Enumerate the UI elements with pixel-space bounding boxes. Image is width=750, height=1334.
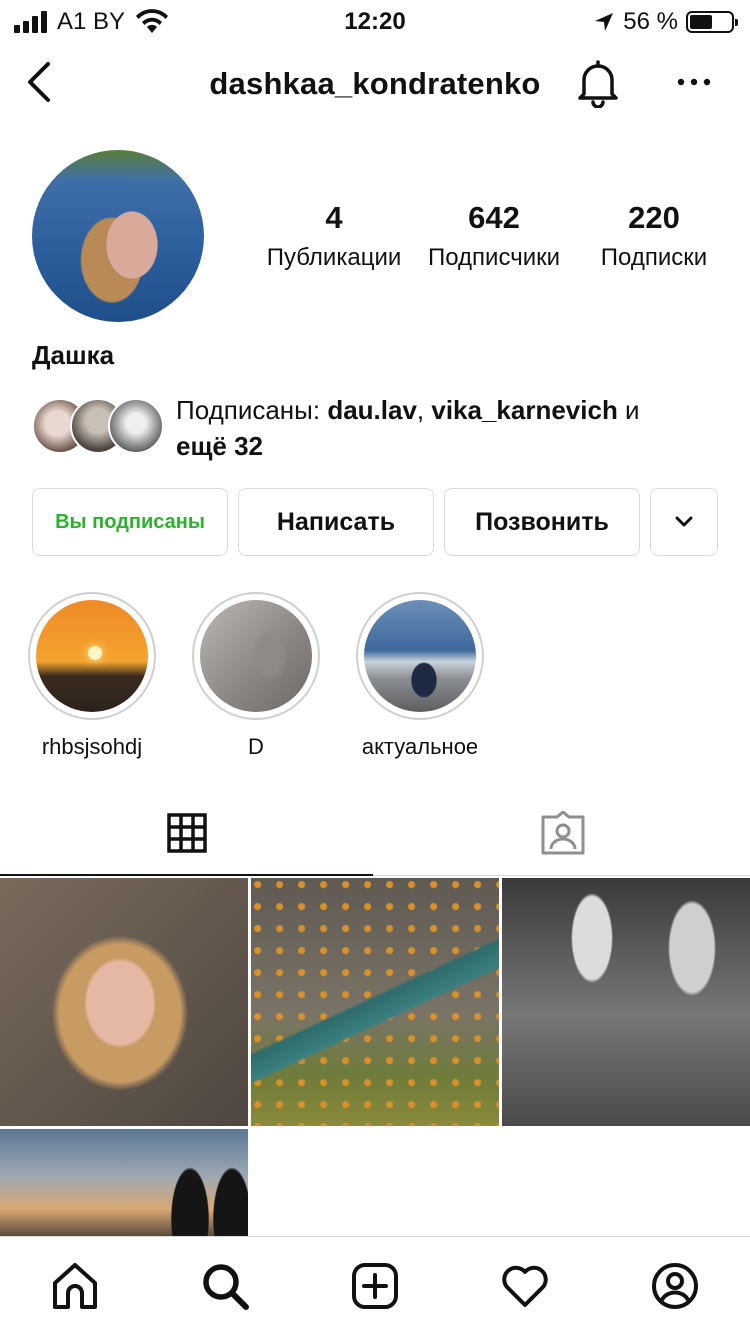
- stat-label: Подписчики: [427, 244, 561, 271]
- post-thumbnail[interactable]: [502, 878, 750, 1126]
- tagged-icon: [541, 811, 584, 855]
- sun-icon: [88, 646, 102, 660]
- grid-icon: [166, 813, 207, 853]
- highlight-cover: [200, 600, 312, 712]
- highlight-label: актуальное: [361, 734, 479, 759]
- highlight-ring: [356, 592, 484, 720]
- highlight-label: D: [248, 734, 264, 759]
- highlight-item[interactable]: актуальное: [356, 592, 484, 760]
- post-thumbnail[interactable]: [0, 878, 248, 1126]
- highlight-ring: [28, 592, 156, 720]
- stat-value: 642: [468, 200, 520, 235]
- battery-percent: 56 %: [623, 8, 678, 35]
- chevron-down-icon: [675, 516, 693, 527]
- profile-avatar[interactable]: [32, 150, 204, 322]
- stat-value: 220: [628, 200, 680, 235]
- tab-grid[interactable]: [0, 790, 373, 876]
- highlight-label: rhbsjsohdj: [41, 734, 143, 759]
- posts-count[interactable]: 4 Публикации: [262, 200, 406, 272]
- home-icon[interactable]: [50, 1261, 100, 1311]
- location-arrow-icon: [595, 13, 614, 31]
- bottom-nav: [0, 1236, 750, 1334]
- stat-label: Публикации: [266, 244, 402, 271]
- profile-header: dashkaa_kondratenko: [0, 44, 750, 124]
- message-button[interactable]: Написать: [238, 488, 434, 556]
- call-button[interactable]: Позвонить: [444, 488, 640, 556]
- highlight-item[interactable]: rhbsjsohdj: [28, 592, 156, 760]
- more-icon[interactable]: [676, 74, 712, 90]
- highlight-cover: [364, 600, 476, 712]
- highlight-ring: [192, 592, 320, 720]
- followed-by-user-1[interactable]: dau.lav: [327, 395, 417, 425]
- post-thumbnail[interactable]: [251, 878, 499, 1126]
- battery-icon: [686, 11, 738, 33]
- highlight-cover: [36, 600, 148, 712]
- followed-by-text[interactable]: Подписаны: dau.lav, vika_karnevich и ещё …: [176, 392, 716, 464]
- display-name: Дашка: [32, 340, 115, 370]
- tab-tagged[interactable]: [375, 790, 750, 876]
- following-button[interactable]: Вы подписаны: [32, 488, 228, 556]
- suggestions-button[interactable]: [650, 488, 718, 556]
- avatar: [108, 398, 164, 454]
- new-post-icon[interactable]: [350, 1261, 400, 1311]
- stat-value: 4: [325, 200, 343, 235]
- followed-by-user-2[interactable]: vika_karnevich: [431, 395, 617, 425]
- status-bar: A1 BY 12:20 56 %: [0, 0, 750, 44]
- profile-icon[interactable]: [650, 1261, 700, 1311]
- post-thumbnail[interactable]: [0, 1129, 248, 1236]
- bell-icon[interactable]: [574, 58, 622, 108]
- heart-icon[interactable]: [500, 1261, 550, 1311]
- highlight-item[interactable]: D: [192, 592, 320, 760]
- followed-by-and: и: [617, 395, 640, 425]
- followed-by-avatars[interactable]: [32, 398, 164, 456]
- active-tab-indicator: [0, 874, 373, 876]
- search-icon[interactable]: [200, 1261, 250, 1311]
- followers-count[interactable]: 642 Подписчики: [422, 200, 566, 272]
- followed-by-prefix: Подписаны:: [176, 395, 328, 425]
- stat-label: Подписки: [600, 244, 708, 271]
- followed-by-more[interactable]: ещё 32: [176, 431, 263, 461]
- followed-by-separator: ,: [416, 395, 432, 425]
- following-count[interactable]: 220 Подписки: [586, 200, 722, 272]
- profile-username: dashkaa_kondratenko: [209, 66, 541, 101]
